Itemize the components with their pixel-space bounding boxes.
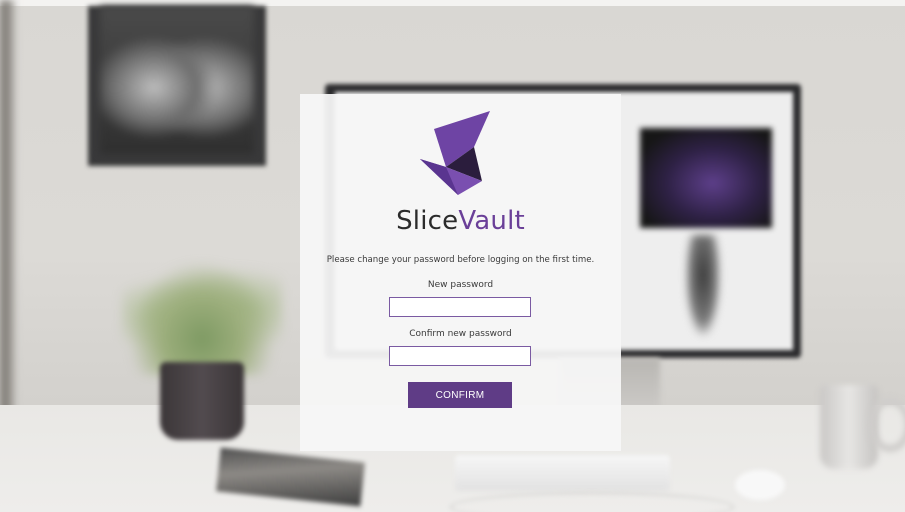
new-password-label: New password [427,280,494,290]
background-mug-handle [868,398,905,452]
confirm-button[interactable]: CONFIRM [408,382,512,408]
confirm-password-input[interactable] [389,346,531,366]
background-scan-image [640,128,772,228]
password-change-message: Please change your password before loggi… [326,255,595,265]
background-plant-pot [160,362,244,440]
password-change-card: SliceVault Please change your password b… [300,94,621,451]
new-password-input[interactable] [389,297,531,317]
slicevault-logo-icon [420,111,490,195]
background-body-scan [686,235,720,335]
brand-name-part2: Vault [458,206,525,236]
background-xray-image [100,6,254,154]
brand-name-part1: Slice [396,206,459,236]
brand-name: SliceVault [300,206,621,236]
confirm-password-label: Confirm new password [409,329,512,339]
login-screen: SliceVault Please change your password b… [0,0,905,512]
background-mouse [735,470,785,500]
background-keyboard [455,455,670,491]
background-plant [122,255,282,375]
